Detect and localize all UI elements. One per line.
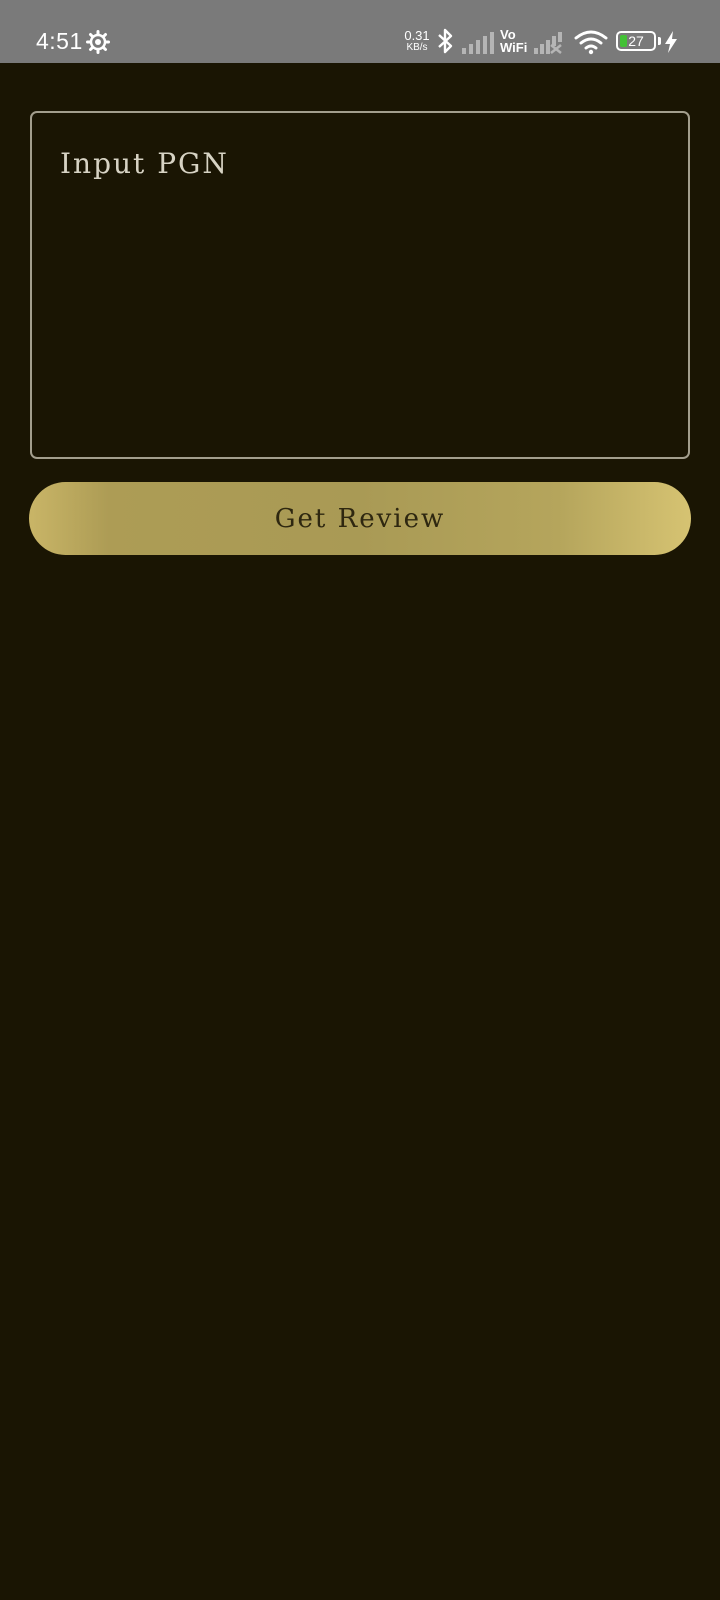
pgn-input[interactable] — [32, 113, 688, 457]
signal-bars-no-service-icon — [534, 32, 562, 54]
gear-icon — [86, 30, 110, 54]
vowifi-indicator: Vo WiFi — [500, 28, 527, 54]
network-speed-value: 0.31 — [404, 28, 430, 43]
network-speed-unit: KB/s — [406, 42, 428, 53]
network-speed: 0.31 KB/s — [402, 28, 432, 54]
battery-terminal — [658, 37, 661, 45]
charging-bolt-icon — [665, 31, 677, 53]
battery-icon: 27 — [616, 31, 656, 51]
vowifi-wifi: WiFi — [500, 40, 528, 55]
status-bar: 4:51 0.31 KB/s Vo WiFi 27 — [0, 0, 720, 63]
bluetooth-icon — [438, 28, 453, 54]
get-review-button[interactable]: Get Review — [29, 482, 691, 555]
pgn-input-container — [30, 111, 690, 459]
battery-level: 27 — [628, 33, 644, 49]
signal-bars-icon — [462, 32, 494, 54]
status-time: 4:51 — [36, 28, 83, 54]
wifi-icon — [574, 30, 608, 55]
